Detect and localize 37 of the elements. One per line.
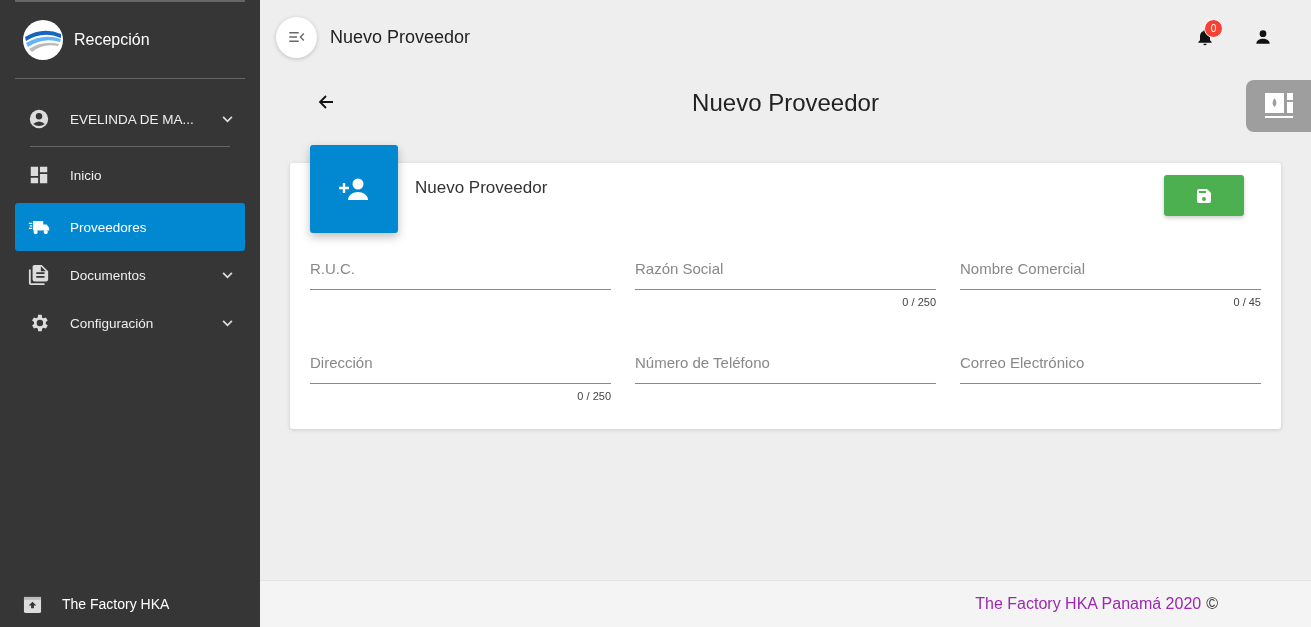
text-field[interactable]: Razón Social	[635, 235, 936, 290]
copyright-symbol: ©	[1206, 595, 1218, 613]
topbar-title: Nuevo Proveedor	[330, 26, 471, 48]
app-name: Recepción	[74, 31, 150, 49]
company-name: The Factory HKA	[62, 596, 170, 612]
page-title: Nuevo Proveedor	[692, 89, 879, 117]
character-counter: 0 / 250	[577, 390, 611, 402]
dashboard-icon	[28, 164, 50, 186]
notifications-button[interactable]: 0	[1187, 19, 1223, 55]
character-counter: 0 / 250	[902, 296, 936, 308]
character-counter: 0 / 45	[1233, 296, 1261, 308]
upload-box-icon	[23, 594, 42, 614]
menu-toggle-button[interactable]	[276, 16, 317, 58]
card-title: Nuevo Proveedor	[415, 178, 548, 198]
notification-badge: 0	[1204, 19, 1223, 38]
account-icon	[28, 108, 50, 130]
add-person-icon	[337, 177, 371, 201]
logo-icon	[23, 20, 63, 60]
nav-item[interactable]: Proveedores	[15, 203, 245, 251]
nav-item[interactable]: Configuración	[15, 299, 245, 347]
back-arrow-icon	[318, 93, 334, 110]
color-palette-icon	[1263, 92, 1294, 120]
save-button[interactable]	[1164, 175, 1244, 216]
text-field[interactable]: R.U.C.	[310, 235, 611, 290]
user-menu-item[interactable]: EVELINDA DE MA...	[15, 92, 245, 146]
text-field[interactable]: Dirección	[310, 329, 611, 384]
menu-collapse-icon	[287, 31, 306, 43]
save-icon	[1197, 188, 1211, 203]
copyright-text: The Factory HKA Panamá 2020	[975, 595, 1202, 613]
person-icon	[1253, 27, 1273, 47]
document-icon	[28, 264, 50, 286]
nav-item[interactable]: Inicio	[15, 151, 245, 199]
nav-item[interactable]: Documentos	[15, 251, 245, 299]
text-field[interactable]: Correo Electrónico	[960, 329, 1261, 384]
text-field[interactable]: Nombre Comercial	[960, 235, 1261, 290]
text-field[interactable]: Número de Teléfono	[635, 329, 936, 384]
theme-panel-button[interactable]	[1246, 80, 1311, 132]
